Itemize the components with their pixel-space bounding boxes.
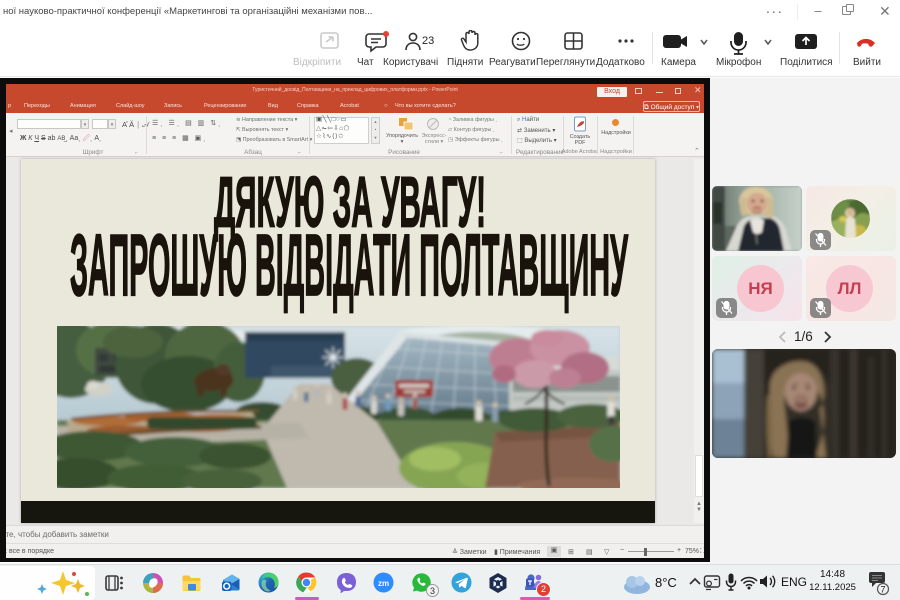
svg-text:ЗАПРОШУЮ ВІДВІДАТИ ПОЛТАВЩИНУ: ЗАПРОШУЮ ВІДВІДАТИ ПОЛТАВЩИНУ [70,216,629,314]
svg-text:zm: zm [378,579,389,588]
svg-text:23: 23 [422,35,434,47]
svg-text:7: 7 [880,585,885,595]
